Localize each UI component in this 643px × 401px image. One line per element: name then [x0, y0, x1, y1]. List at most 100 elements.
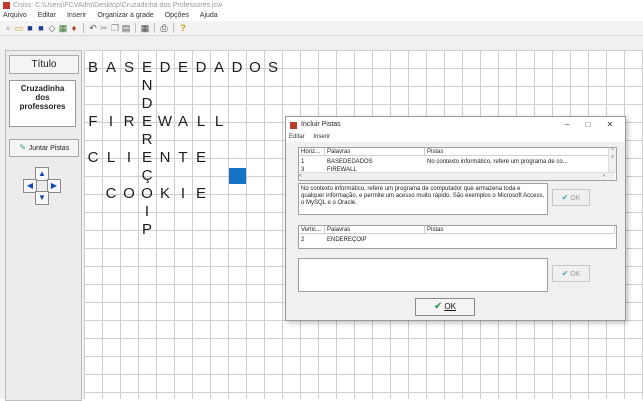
- grid-cell[interactable]: I: [102, 113, 120, 131]
- toolbar-separator: [173, 23, 174, 33]
- grid-cell[interactable]: E: [138, 149, 156, 167]
- row-number: 1: [301, 159, 305, 165]
- help-icon[interactable]: ?: [178, 23, 188, 33]
- undo-icon[interactable]: ↶: [88, 23, 98, 33]
- dialog-title: Incluir Pistas: [301, 121, 341, 128]
- toolbar-separator: [154, 23, 155, 33]
- grid-cell[interactable]: A: [210, 59, 228, 77]
- row-clue: No contexto informático, refere um progr…: [427, 159, 568, 165]
- puzzle-title-box[interactable]: Cruzadinha dos professores: [9, 80, 76, 127]
- grid-cell[interactable]: E: [138, 113, 156, 131]
- ok-button[interactable]: ✔ OK: [415, 298, 475, 316]
- column-header[interactable]: Pistas: [425, 148, 609, 156]
- grid-size-icon[interactable]: ▦: [140, 23, 150, 33]
- grid-cell[interactable]: N: [156, 149, 174, 167]
- pin-icon[interactable]: ♦: [69, 23, 79, 33]
- grid-cell[interactable]: T: [174, 149, 192, 167]
- save-icon[interactable]: ■: [25, 23, 35, 33]
- window-title: Cross: C:\Users\FCVAdm\Desktop\Cruzadinh…: [13, 2, 223, 9]
- selected-cell[interactable]: [229, 168, 246, 184]
- grid-cell[interactable]: N: [138, 77, 156, 95]
- grid-cell[interactable]: E: [192, 185, 210, 203]
- print-icon[interactable]: ⎙: [159, 23, 169, 33]
- dialog-app-icon: [290, 122, 297, 129]
- eraser-icon[interactable]: ◇: [47, 23, 57, 33]
- vertical-clue-text-field[interactable]: [298, 258, 548, 292]
- grid-cell[interactable]: I: [174, 185, 192, 203]
- grid-cell[interactable]: S: [264, 59, 282, 77]
- toolbar-separator: [83, 23, 84, 33]
- grid-cell[interactable]: E: [174, 59, 192, 77]
- maximize-icon[interactable]: □: [578, 117, 598, 133]
- grid-cell[interactable]: R: [120, 113, 138, 131]
- column-header[interactable]: Horiz...: [299, 148, 325, 156]
- grid-cell[interactable]: L: [102, 149, 120, 167]
- minimize-icon[interactable]: –: [557, 117, 577, 133]
- arrow-down-button[interactable]: ▼: [35, 191, 49, 205]
- grid-cell[interactable]: D: [192, 59, 210, 77]
- ok-vertical-clue-button[interactable]: ✔ OK: [552, 265, 590, 282]
- grid-cell[interactable]: D: [156, 59, 174, 77]
- grid-cell[interactable]: E: [138, 59, 156, 77]
- open-folder-icon[interactable]: ▭: [14, 23, 24, 33]
- horizontal-scrollbar[interactable]: < >: [299, 172, 615, 180]
- new-file-icon[interactable]: ▫: [3, 23, 13, 33]
- ok-clue-button[interactable]: ✔ OK: [552, 189, 590, 206]
- table-scrollbar[interactable]: ^ v: [608, 148, 616, 172]
- grid-cell[interactable]: A: [174, 113, 192, 131]
- grid-cell[interactable]: F: [84, 113, 102, 131]
- column-header[interactable]: Pistas: [425, 226, 615, 234]
- grid-cell[interactable]: O: [246, 59, 264, 77]
- row-word: BASEDEDADOS: [327, 159, 373, 165]
- grid-cell[interactable]: Ç: [138, 167, 156, 185]
- table-row[interactable]: 2 ENDEREÇOIP: [299, 236, 615, 244]
- grid-cell[interactable]: I: [120, 149, 138, 167]
- toolbar: ▫ ▭ ■ ■ ◇ ▦ ♦ ↶ ✂ ❐ ▤ ▦ ⎙ ?: [0, 21, 643, 36]
- grid-cell[interactable]: K: [156, 185, 174, 203]
- column-header[interactable]: Vertic...: [299, 226, 325, 234]
- menu-opcoes[interactable]: Opções: [165, 12, 189, 19]
- grid-cell[interactable]: L: [210, 113, 228, 131]
- menu-arquivo[interactable]: Arquivo: [3, 12, 27, 19]
- grid-cell[interactable]: B: [84, 59, 102, 77]
- title-button[interactable]: Título: [9, 55, 79, 74]
- ok-clue-label: OK: [570, 195, 581, 202]
- grid-cell[interactable]: A: [102, 59, 120, 77]
- menu-inserir[interactable]: Inserir: [67, 12, 86, 19]
- menu-editar[interactable]: Editar: [38, 12, 56, 19]
- grid-cell[interactable]: P: [138, 221, 156, 239]
- grid-cell[interactable]: R: [138, 131, 156, 149]
- grid-cell[interactable]: O: [120, 185, 138, 203]
- grid-cell[interactable]: S: [120, 59, 138, 77]
- paste-icon[interactable]: ▤: [121, 23, 131, 33]
- cut-icon[interactable]: ✂: [99, 23, 109, 33]
- vertical-clues-table[interactable]: Vertic... Palavras Pistas 2 ENDEREÇOIP: [298, 225, 617, 249]
- grid-cell[interactable]: W: [156, 113, 174, 131]
- join-clues-button[interactable]: ✎ Juntar Pistas: [9, 139, 79, 157]
- horizontal-clues-table[interactable]: Horiz... Palavras Pistas 1 BASEDEDADOS N…: [298, 147, 617, 181]
- arrow-right-button[interactable]: ▶: [47, 179, 61, 193]
- grid-cell[interactable]: O: [138, 185, 156, 203]
- grid-cell[interactable]: I: [138, 203, 156, 221]
- table-row[interactable]: 1 BASEDEDADOS No contexto informático, r…: [299, 158, 609, 166]
- grid-cell[interactable]: C: [102, 185, 120, 203]
- check-icon: ✔: [434, 301, 443, 312]
- grid-icon[interactable]: ▦: [58, 23, 68, 33]
- menu-bar: Arquivo Editar Inserir Organizar a grade…: [0, 11, 643, 21]
- grid-cell[interactable]: D: [138, 95, 156, 113]
- dialog-menu-inserir[interactable]: Inserir: [313, 134, 330, 140]
- save-as-icon[interactable]: ■: [36, 23, 46, 33]
- close-icon[interactable]: ✕: [600, 117, 620, 133]
- grid-cell[interactable]: E: [192, 149, 210, 167]
- dialog-menu-editar[interactable]: Editar: [289, 134, 305, 140]
- column-header[interactable]: Palavras: [325, 226, 425, 234]
- grid-cell[interactable]: D: [228, 59, 246, 77]
- app-window: Cross: C:\Users\FCVAdm\Desktop\Cruzadinh…: [0, 0, 643, 401]
- menu-ajuda[interactable]: Ajuda: [200, 12, 218, 19]
- copy-icon[interactable]: ❐: [110, 23, 120, 33]
- menu-organizar-grade[interactable]: Organizar a grade: [97, 12, 153, 19]
- grid-cell[interactable]: C: [84, 149, 102, 167]
- clue-text-field[interactable]: No contexto informático, refere um progr…: [298, 183, 548, 215]
- grid-cell[interactable]: L: [192, 113, 210, 131]
- column-header[interactable]: Palavras: [325, 148, 425, 156]
